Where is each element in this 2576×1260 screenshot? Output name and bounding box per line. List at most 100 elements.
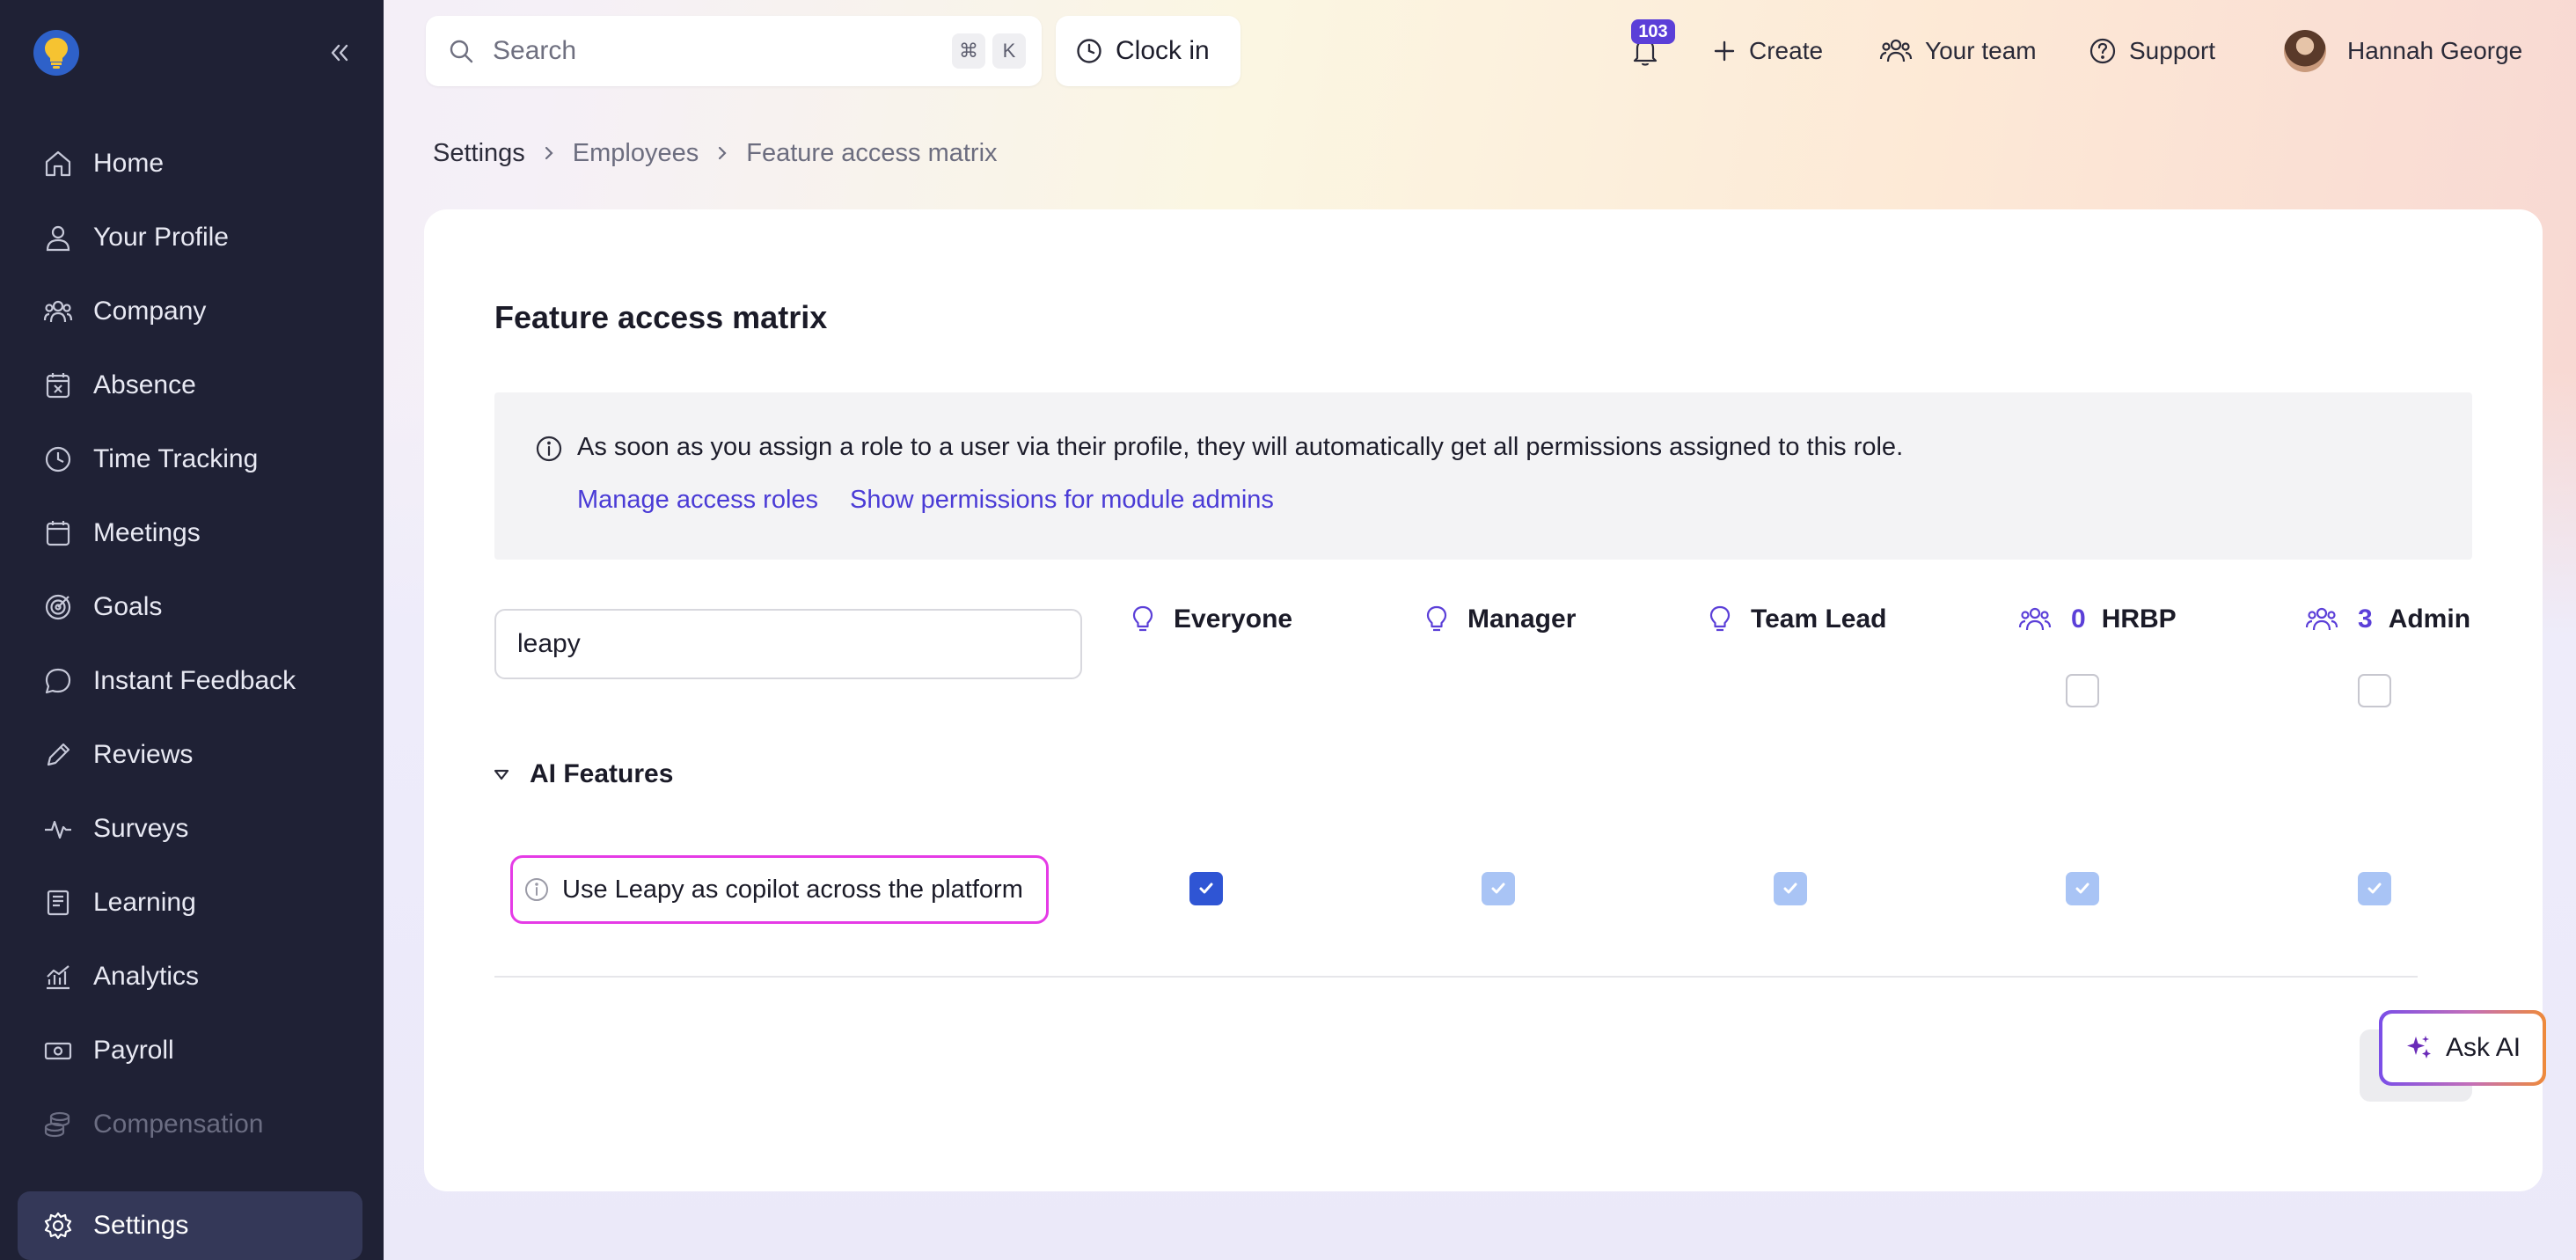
chevron-right-icon [714,144,730,162]
info-icon [535,435,563,467]
checkmark-icon [2367,883,2382,894]
hrbp-member-count: 0 [2071,604,2086,634]
triangle-down-icon [493,767,510,781]
search-placeholder: Search [493,36,577,65]
column-manager: Manager [1425,598,1576,641]
info-icon[interactable] [523,876,550,903]
checkmark-icon [1491,883,1505,894]
everyone-feature-checkbox[interactable] [1189,872,1223,905]
sidebar-item-home[interactable]: Home [0,127,384,201]
column-label: HRBP [2101,604,2177,634]
sidebar-item-label: Settings [93,1211,189,1240]
column-admin[interactable]: 3 Admin [2305,598,2470,641]
sidebar-item-label: Reviews [93,740,194,769]
column-hrbp[interactable]: 0 HRBP [2018,598,2177,641]
plus-icon [1712,39,1737,63]
user-menu[interactable]: Hannah George [2284,26,2522,76]
sidebar-item-analytics[interactable]: Analytics [0,940,384,1014]
sparkles-icon [2404,1033,2433,1063]
sidebar-item-time-tracking[interactable]: Time Tracking [0,422,384,496]
hrbp-select-all-checkbox[interactable] [2066,674,2099,707]
double-chevron-left-icon [331,44,348,62]
section-label: AI Features [530,759,674,788]
clock-icon [42,443,74,475]
search-bar[interactable]: Search ⌘ K [426,16,1042,86]
page-title: Feature access matrix [494,299,828,335]
search-icon [450,40,473,63]
your-team-button[interactable]: Your team [1879,26,2037,76]
avatar [2284,30,2326,72]
user-icon [42,222,74,253]
module-admins-permissions-link[interactable]: Show permissions for module admins [850,486,1274,515]
sidebar-item-label: Time Tracking [93,444,259,473]
sidebar-item-instant-feedback[interactable]: Instant Feedback [0,644,384,718]
sidebar-item-absence[interactable]: Absence [0,348,384,422]
sidebar-item-label: Your Profile [93,223,229,252]
feature-filter-input[interactable] [494,609,1082,679]
feature-row-label: Use Leapy as copilot across the platform [510,855,1049,924]
notifications-count-badge: 103 [1631,19,1675,44]
admin-select-all-checkbox[interactable] [2358,674,2391,707]
create-button[interactable]: Create [1712,26,1823,76]
collapse-sidebar-button[interactable] [322,35,357,70]
sidebar-item-payroll[interactable]: Payroll [0,1014,384,1088]
manage-access-roles-link[interactable]: Manage access roles [577,486,818,515]
app-logo[interactable] [33,30,79,76]
sidebar: Home Your Profile Company Absence Time T… [0,0,384,1260]
lightbulb-icon [1131,604,1154,634]
checkmark-icon [1199,883,1213,894]
column-label: Team Lead [1751,604,1887,634]
gear-icon [42,1210,74,1242]
home-icon [42,148,74,179]
sidebar-item-learning[interactable]: Learning [0,866,384,940]
breadcrumb: Settings Employees Feature access matrix [433,136,998,171]
sidebar-item-label: Company [93,297,207,326]
sidebar-item-company[interactable]: Company [0,275,384,348]
calendar-icon [42,517,74,549]
sidebar-item-settings[interactable]: Settings [18,1191,362,1260]
sidebar-item-your-profile[interactable]: Your Profile [0,201,384,275]
sidebar-item-meetings[interactable]: Meetings [0,496,384,570]
book-icon [42,887,74,919]
sidebar-item-label: Meetings [93,518,201,547]
breadcrumb-employees[interactable]: Employees [573,139,699,168]
feature-label: Use Leapy as copilot across the platform [562,875,1023,904]
clock-in-button[interactable]: Clock in [1056,16,1240,86]
column-team-lead: Team Lead [1709,598,1887,641]
group-icon [2018,605,2052,634]
breadcrumb-settings[interactable]: Settings [433,139,525,168]
your-team-label: Your team [1925,37,2037,64]
admin-member-count: 3 [2358,604,2373,634]
sidebar-item-label: Payroll [93,1036,174,1065]
ask-ai-button[interactable]: Ask AI [2379,1010,2546,1086]
sidebar-item-label: Analytics [93,962,200,991]
checkmark-icon [2075,883,2089,894]
column-everyone: Everyone [1131,598,1292,641]
section-ai-features[interactable]: AI Features [493,757,673,792]
help-circle-icon [2089,37,2117,65]
notice-text: As soon as you assign a role to a user v… [577,433,1904,461]
sidebar-item-surveys[interactable]: Surveys [0,792,384,866]
manager-feature-checkbox[interactable] [1482,872,1515,905]
support-button[interactable]: Support [2089,26,2215,76]
sidebar-item-label: Absence [93,370,196,399]
team-lead-feature-checkbox[interactable] [1774,872,1807,905]
clock-in-label: Clock in [1116,36,1210,65]
ask-ai-label: Ask AI [2446,1033,2521,1062]
sidebar-item-goals[interactable]: Goals [0,570,384,644]
row-divider [494,976,2418,978]
checkmark-icon [1783,883,1797,894]
admin-feature-checkbox[interactable] [2358,872,2391,905]
hrbp-feature-checkbox[interactable] [2066,872,2099,905]
chevron-right-icon [541,144,557,162]
info-notice: As soon as you assign a role to a user v… [494,392,2472,560]
sidebar-nav: Home Your Profile Company Absence Time T… [0,127,384,1161]
lightbulb-icon [1709,604,1731,634]
support-label: Support [2129,37,2216,64]
sidebar-item-label: Compensation [93,1110,264,1139]
pencil-icon [42,739,74,771]
sidebar-item-reviews[interactable]: Reviews [0,718,384,792]
money-icon [42,1035,74,1066]
main-card [424,209,2543,1191]
coins-icon [42,1109,74,1140]
